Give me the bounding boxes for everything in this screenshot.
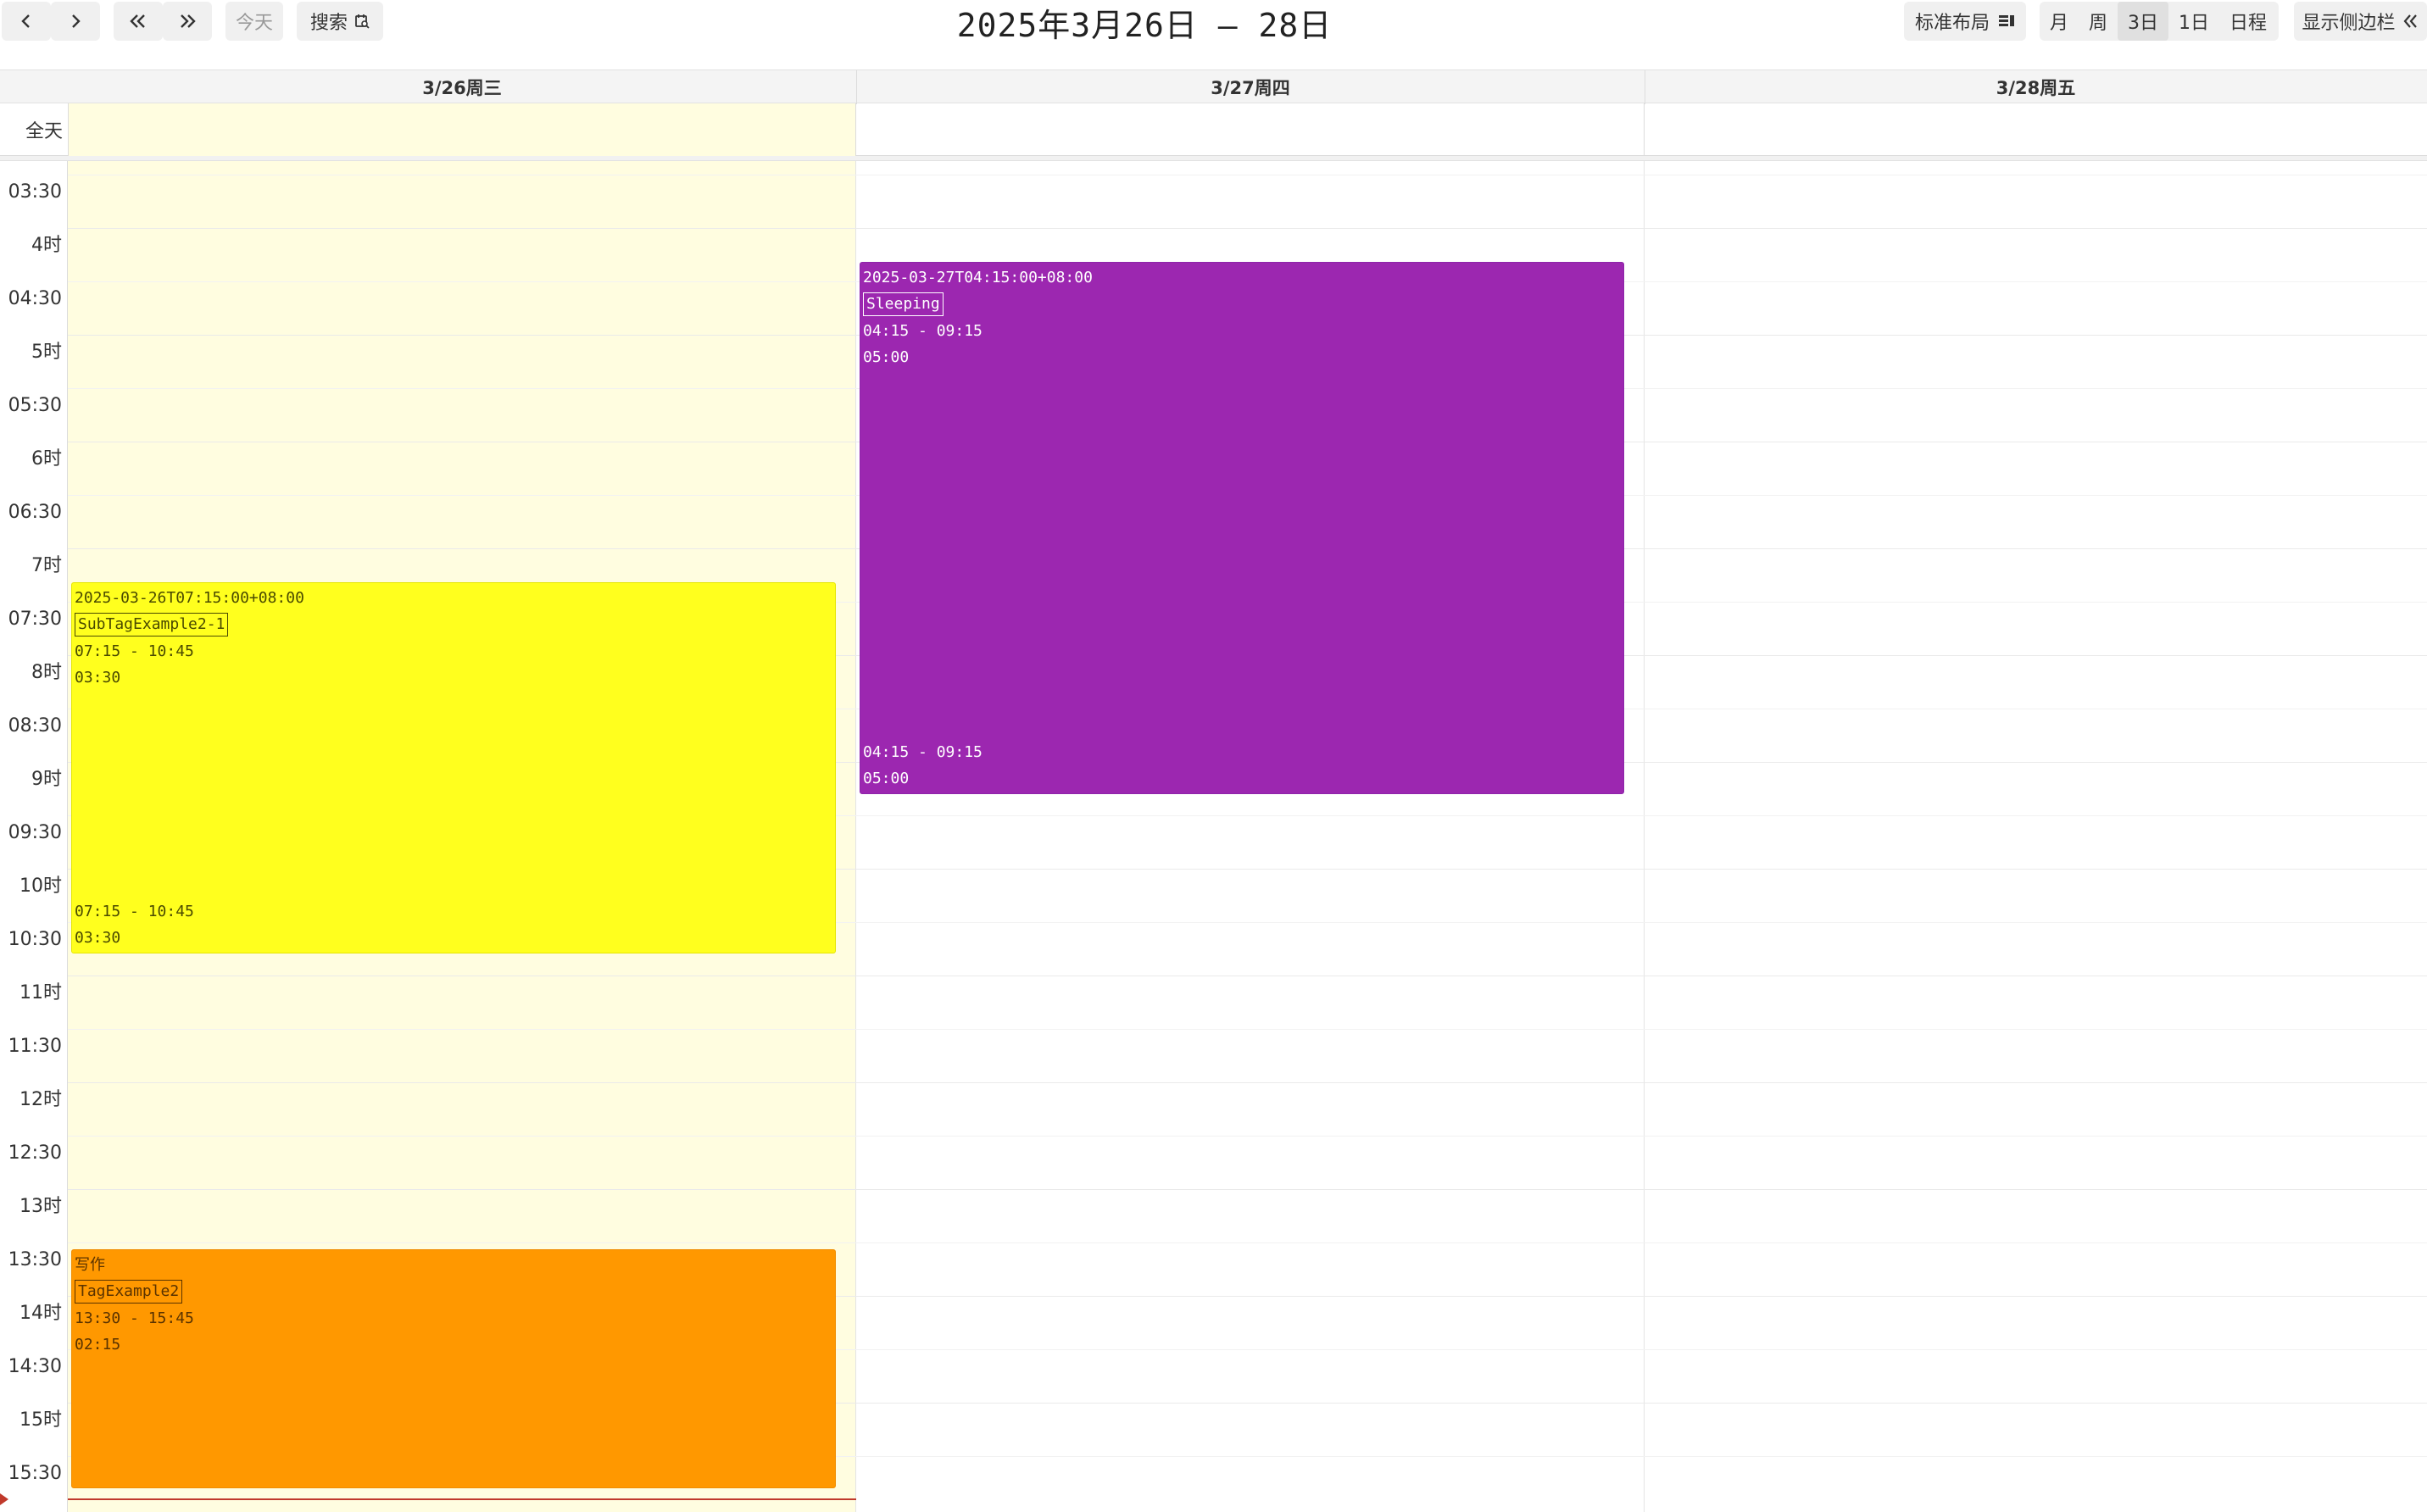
time-label: 03:30 <box>8 181 62 203</box>
time-label: 13时 <box>19 1196 62 1217</box>
event-title: 2025-03-26T07:15:00+08:00 <box>75 589 304 607</box>
event-duration-bottom: 03:30 <box>75 929 121 947</box>
time-label: 5时 <box>31 342 62 363</box>
view-1day-button[interactable]: 1日 <box>2168 2 2219 41</box>
time-label: 12时 <box>19 1089 62 1110</box>
event-writing[interactable]: 写作 TagExample2 13:30 - 15:45 02:15 <box>71 1249 836 1488</box>
view-agenda-button[interactable]: 日程 <box>2219 2 2277 41</box>
time-label: 06:30 <box>8 502 62 523</box>
time-label: 09:30 <box>8 822 62 843</box>
all-day-label: 全天 <box>25 121 63 142</box>
current-time-line <box>68 1498 856 1500</box>
time-grid: 03:30 4时 04:30 5时 05:30 6时 06:30 7时 07:30 8时 08:30… <box>0 161 2427 1512</box>
all-day-cell-wed[interactable] <box>68 103 856 156</box>
time-label: 8时 <box>31 662 62 683</box>
time-label: 15时 <box>19 1409 62 1431</box>
view-switcher: 月 周 3日 1日 日程 <box>2040 2 2279 41</box>
time-label: 10:30 <box>8 929 62 950</box>
view-month-button[interactable]: 月 <box>2040 2 2079 41</box>
all-day-cell-thu[interactable] <box>856 103 1645 156</box>
event-time-bottom: 07:15 - 10:45 <box>75 903 194 920</box>
time-label: 7时 <box>31 555 62 576</box>
all-day-cell-fri[interactable] <box>1645 103 2427 156</box>
event-duration: 02:15 <box>75 1336 121 1354</box>
event-tag[interactable]: SubTagExample2-1 <box>75 613 229 636</box>
time-label: 11时 <box>19 982 62 1003</box>
double-chevron-left-icon <box>2403 14 2417 28</box>
grid-line <box>68 1029 2427 1030</box>
time-gutter: 03:30 4时 04:30 5时 05:30 6时 06:30 7时 07:30 8时 08:30… <box>0 161 68 1512</box>
event-tag[interactable]: Sleeping <box>863 292 944 316</box>
time-label: 13:30 <box>8 1249 62 1270</box>
view-week-button[interactable]: 周 <box>2079 2 2118 41</box>
time-label: 07:30 <box>8 609 62 630</box>
grid-line <box>68 228 2427 229</box>
day-header-thu[interactable]: 3/27周四 <box>856 70 1645 104</box>
time-label: 11:30 <box>8 1036 62 1057</box>
day-column-fri[interactable] <box>1645 161 2427 1512</box>
time-label: 6时 <box>31 448 62 470</box>
grid-line <box>68 1082 2427 1083</box>
calendar-toolbar: 今天 搜索 2025年3月26日 – 28日 标准布局 月 周 3日 1日 日程… <box>0 0 2427 44</box>
time-label: 04:30 <box>8 288 62 309</box>
event-tag[interactable]: TagExample2 <box>75 1280 183 1304</box>
layout-icon <box>1999 15 2014 26</box>
current-time-marker <box>0 1493 8 1505</box>
grid-line <box>68 1189 2427 1190</box>
time-label: 05:30 <box>8 395 62 416</box>
show-sidebar-button[interactable]: 显示侧边栏 <box>2294 2 2427 41</box>
layout-button[interactable]: 标准布局 <box>1904 2 2026 41</box>
event-duration: 05:00 <box>863 348 910 366</box>
grid-line <box>68 1242 2427 1243</box>
event-title: 2025-03-27T04:15:00+08:00 <box>863 269 1093 286</box>
event-time: 07:15 - 10:45 <box>75 642 194 660</box>
event-title: 写作 <box>75 1256 105 1274</box>
event-sleeping[interactable]: 2025-03-27T04:15:00+08:00 Sleeping 04:15… <box>860 262 1624 794</box>
time-label: 14时 <box>19 1303 62 1324</box>
event-time: 04:15 - 09:15 <box>863 322 982 340</box>
event-duration-bottom: 05:00 <box>863 770 910 787</box>
day-header-row: 3/26周三 3/27周四 3/28周五 <box>0 69 2427 104</box>
layout-label: 标准布局 <box>1914 13 1990 34</box>
grid-line <box>68 1136 2427 1137</box>
time-label: 12:30 <box>8 1142 62 1164</box>
time-label: 14:30 <box>8 1356 62 1377</box>
time-label: 08:30 <box>8 715 62 737</box>
time-label: 9时 <box>31 769 62 790</box>
time-label: 10时 <box>19 876 62 897</box>
event-duration: 03:30 <box>75 669 121 687</box>
time-label: 15:30 <box>8 1463 62 1484</box>
event-time: 13:30 - 15:45 <box>75 1309 194 1327</box>
day-header-wed[interactable]: 3/26周三 <box>68 70 856 104</box>
day-header-fri[interactable]: 3/28周五 <box>1645 70 2427 104</box>
show-sidebar-label: 显示侧边栏 <box>2302 13 2396 34</box>
event-subtag-example[interactable]: 2025-03-26T07:15:00+08:00 SubTagExample2… <box>71 582 836 953</box>
time-label: 4时 <box>31 235 62 256</box>
view-3day-button[interactable]: 3日 <box>2118 2 2169 41</box>
event-time-bottom: 04:15 - 09:15 <box>863 743 982 761</box>
all-day-row: 全天 <box>0 103 2427 156</box>
